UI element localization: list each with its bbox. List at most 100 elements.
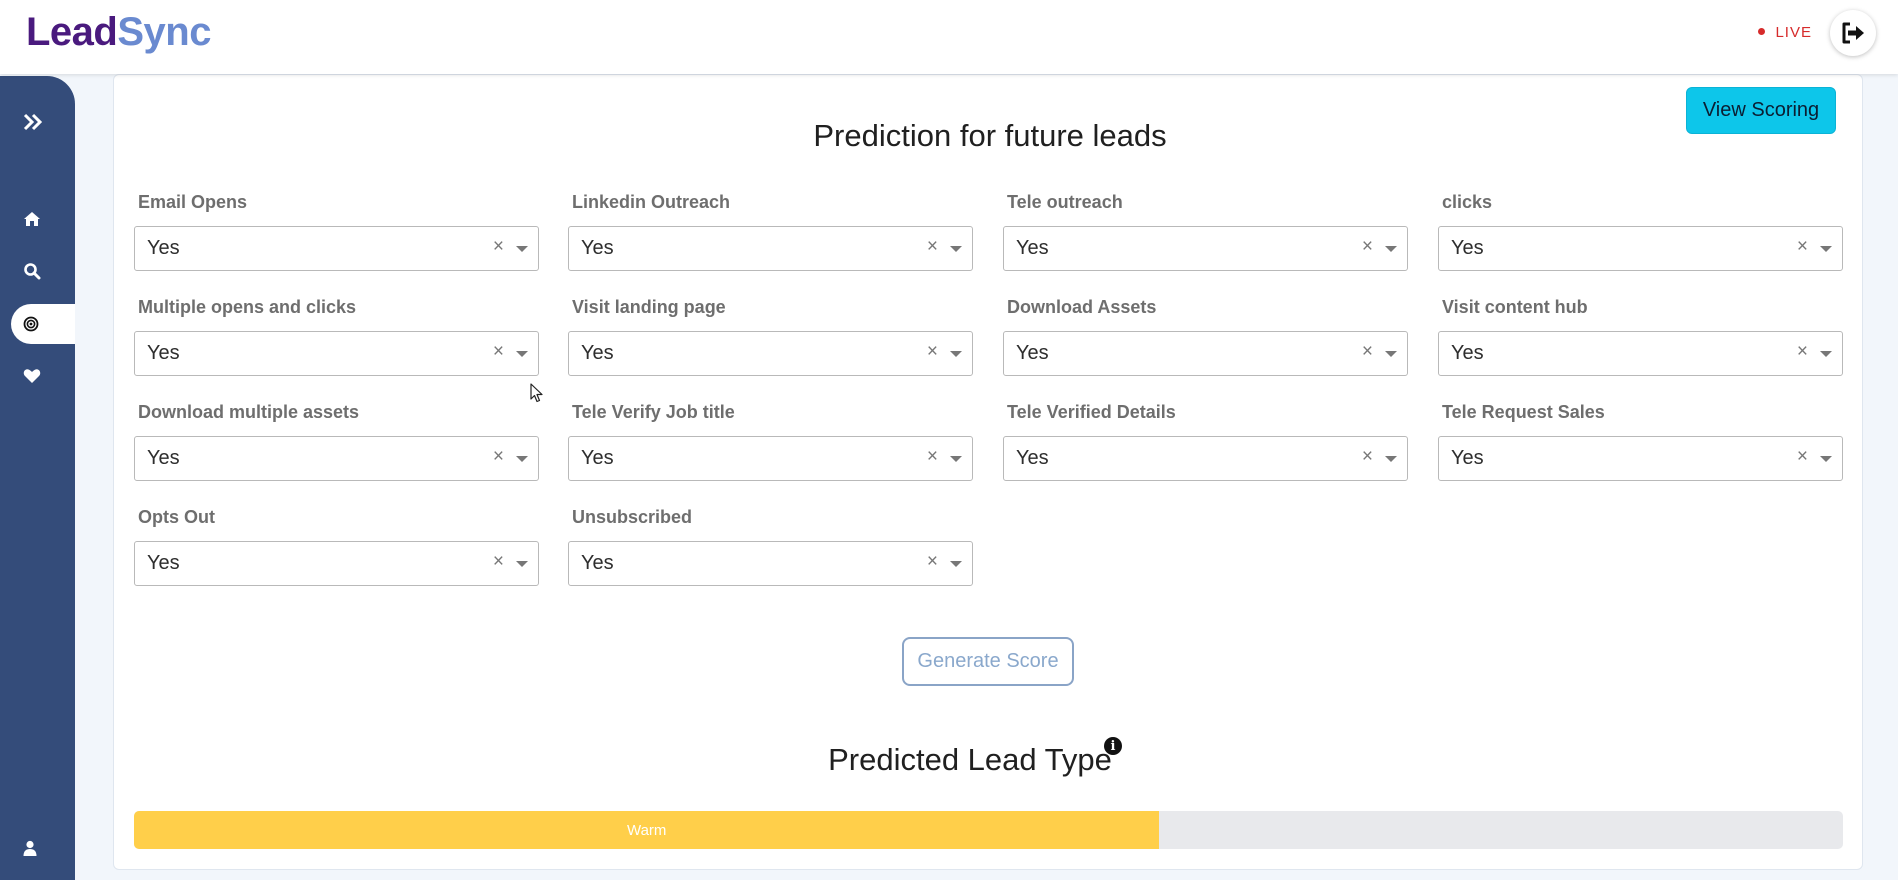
clear-icon[interactable]: × [493, 551, 504, 573]
clear-icon[interactable]: × [493, 446, 504, 468]
sidebar-expand-button[interactable] [14, 103, 52, 141]
select-value: Yes [581, 447, 614, 469]
sidebar-icons [0, 76, 75, 880]
home-icon [24, 212, 40, 226]
clear-icon[interactable]: × [927, 551, 938, 573]
select-tele-request-sales[interactable]: Yes × [1438, 436, 1843, 481]
select-value: Yes [1451, 447, 1484, 469]
clear-icon[interactable]: × [1797, 341, 1808, 363]
live-dot-icon [1758, 27, 1766, 35]
select-tele-outreach[interactable]: Yes × [1003, 226, 1408, 271]
caret-down-icon[interactable] [950, 561, 962, 567]
select-value: Yes [147, 552, 180, 574]
clear-icon[interactable]: × [493, 341, 504, 363]
clear-icon[interactable]: × [1362, 446, 1373, 468]
select-value: Yes [147, 342, 180, 364]
caret-down-icon[interactable] [516, 246, 528, 252]
lead-type-progress-bar: Warm [134, 811, 1843, 849]
caret-down-icon[interactable] [1820, 246, 1832, 252]
select-opts-out[interactable]: Yes × [134, 541, 539, 586]
select-unsubscribed[interactable]: Yes × [568, 541, 973, 586]
select-multiple-opens-clicks[interactable]: Yes × [134, 331, 539, 376]
caret-down-icon[interactable] [516, 561, 528, 567]
select-download-multiple-assets[interactable]: Yes × [134, 436, 539, 481]
field-label-visit-content-hub: Visit content hub [1442, 297, 1588, 317]
select-email-opens[interactable]: Yes × [134, 226, 539, 271]
caret-down-icon[interactable] [950, 351, 962, 357]
logo-text-sync: Sync [117, 10, 211, 54]
field-label-clicks: clicks [1442, 192, 1493, 212]
predicted-lead-type-heading: Predicted Lead Type [828, 742, 1112, 777]
sidebar-item-profile[interactable] [11, 829, 49, 867]
clear-icon[interactable]: × [1362, 236, 1373, 258]
sign-out-icon [1842, 22, 1864, 44]
sidebar-item-prediction[interactable] [12, 305, 50, 343]
caret-down-icon[interactable] [950, 456, 962, 462]
progress-fill-warm: Warm [134, 811, 1160, 849]
select-download-assets[interactable]: Yes × [1003, 331, 1408, 376]
live-status: LIVE [1758, 24, 1812, 41]
target-icon [23, 316, 39, 332]
field-label-tele-outreach: Tele outreach [1007, 192, 1123, 212]
caret-down-icon[interactable] [950, 246, 962, 252]
select-linkedin-outreach[interactable]: Yes × [568, 226, 973, 271]
caret-down-icon[interactable] [1385, 456, 1397, 462]
select-tele-verify-job-title[interactable]: Yes × [568, 436, 973, 481]
select-value: Yes [1016, 237, 1049, 259]
caret-down-icon[interactable] [516, 351, 528, 357]
clear-icon[interactable]: × [927, 236, 938, 258]
progress-label: Warm [626, 821, 667, 839]
field-label-tele-request-sales: Tele Request Sales [1442, 402, 1605, 422]
select-value: Yes [1016, 342, 1049, 364]
caret-down-icon[interactable] [1820, 351, 1832, 357]
select-tele-verified-details[interactable]: Yes × [1003, 436, 1408, 481]
clear-icon[interactable]: × [1797, 446, 1808, 468]
logo-text-lead: Lead [26, 10, 118, 54]
field-label-download-assets: Download Assets [1007, 297, 1157, 317]
sidebar-item-search[interactable] [13, 252, 51, 290]
select-visit-landing-page[interactable]: Yes × [568, 331, 973, 376]
live-label: LIVE [1775, 24, 1812, 41]
user-icon [23, 840, 37, 856]
search-icon [24, 263, 41, 280]
clear-icon[interactable]: × [1797, 236, 1808, 258]
select-visit-content-hub[interactable]: Yes × [1438, 331, 1843, 376]
top-bar: LeadSync LIVE [0, 0, 1898, 74]
generate-score-button[interactable]: Generate Score [902, 637, 1074, 686]
select-value: Yes [1016, 447, 1049, 469]
view-scoring-button[interactable]: View Scoring [1686, 87, 1836, 134]
clear-icon[interactable]: × [927, 446, 938, 468]
clear-icon[interactable]: × [493, 236, 504, 258]
field-label-tele-verify-job-title: Tele Verify Job title [572, 402, 735, 422]
caret-down-icon[interactable] [1385, 351, 1397, 357]
clear-icon[interactable]: × [927, 341, 938, 363]
caret-down-icon[interactable] [1385, 246, 1397, 252]
select-value: Yes [581, 237, 614, 259]
field-label-opts-out: Opts Out [138, 507, 215, 527]
caret-down-icon[interactable] [1820, 456, 1832, 462]
select-value: Yes [1451, 342, 1484, 364]
field-label-tele-verified-details: Tele Verified Details [1007, 402, 1176, 422]
field-label-visit-landing-page: Visit landing page [572, 297, 726, 317]
info-icon[interactable]: i [1104, 737, 1122, 755]
page-title: Prediction for future leads [813, 118, 1167, 153]
field-label-email-opens: Email Opens [138, 192, 248, 212]
select-value: Yes [1451, 237, 1484, 259]
select-value: Yes [581, 552, 614, 574]
app-logo[interactable]: LeadSync [26, 10, 211, 55]
heart-icon [23, 369, 41, 383]
chevrons-right-icon [23, 113, 43, 131]
logout-button[interactable] [1830, 10, 1876, 56]
field-label-linkedin-outreach: Linkedin Outreach [572, 192, 731, 212]
select-clicks[interactable]: Yes × [1438, 226, 1843, 271]
select-value: Yes [147, 447, 180, 469]
clear-icon[interactable]: × [1362, 341, 1373, 363]
mouse-cursor-icon [530, 383, 543, 403]
select-value: Yes [147, 237, 180, 259]
field-label-download-multiple-assets: Download multiple assets [138, 402, 360, 422]
select-value: Yes [581, 342, 614, 364]
caret-down-icon[interactable] [516, 456, 528, 462]
sidebar-item-home[interactable] [13, 200, 51, 238]
sidebar-item-favorites[interactable] [13, 357, 51, 395]
field-label-multiple-opens-clicks: Multiple opens and clicks [138, 297, 357, 317]
